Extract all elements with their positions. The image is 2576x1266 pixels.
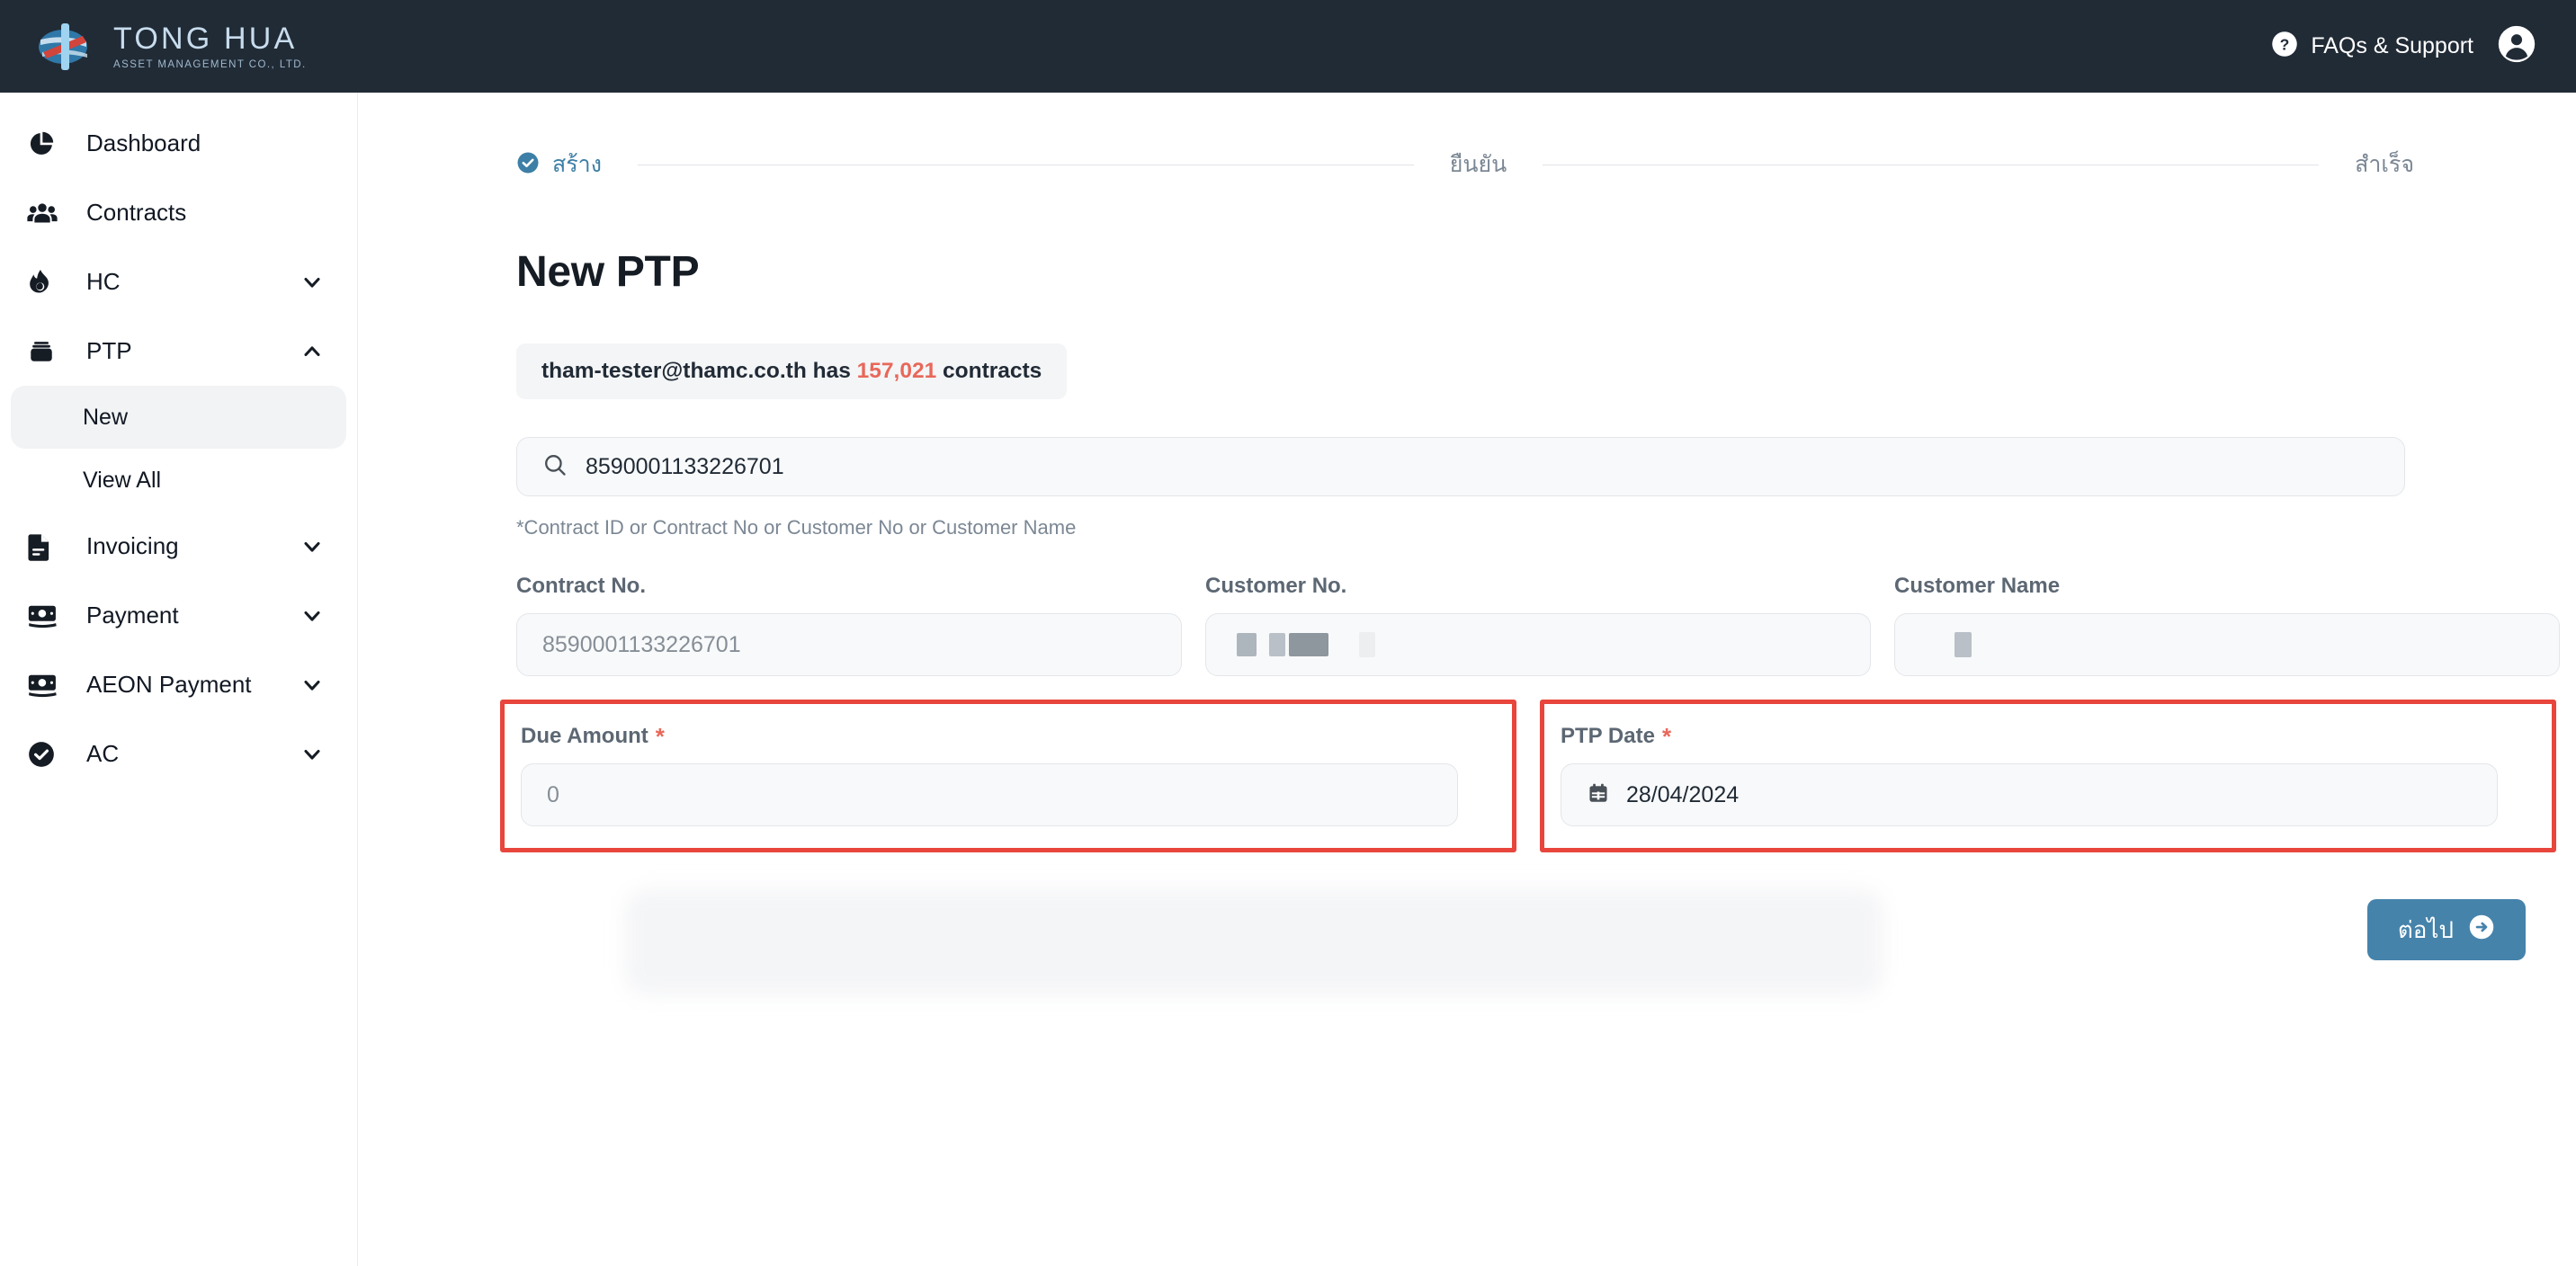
required-asterisk: * <box>656 725 665 748</box>
sidebar-item-label: HC <box>86 268 121 296</box>
step-confirm[interactable]: ยืนยัน <box>1450 147 1507 183</box>
field-label: Contract No. <box>516 574 1182 599</box>
chevron-down-icon[interactable] <box>294 673 330 698</box>
required-asterisk: * <box>1662 725 1671 748</box>
sidebar-item-aeon-payment[interactable]: AEON Payment <box>11 650 346 719</box>
sidebar-navigation: Dashboard Contracts HC <box>0 93 358 1266</box>
search-input[interactable]: 8590001133226701 <box>516 437 2405 496</box>
progress-stepper: สร้าง ยืนยัน สำเร็จ <box>516 147 2414 183</box>
faqs-support-label: FAQs & Support <box>2311 33 2473 59</box>
ptp-date-value: 28/04/2024 <box>1626 782 1739 808</box>
users-group-icon <box>27 199 65 227</box>
next-button[interactable]: ต่อไป <box>2367 899 2526 960</box>
required-fields-row: Due Amount * 0 PTP Date * <box>500 700 2556 852</box>
question-circle-icon: ? <box>2271 31 2298 62</box>
next-button-label: ต่อไป <box>2398 912 2454 949</box>
redacted-value <box>1920 632 1972 657</box>
sidebar-item-invoicing[interactable]: Invoicing <box>11 512 346 581</box>
banner-suffix: contracts <box>943 359 1042 383</box>
svg-text:?: ? <box>2280 35 2290 53</box>
field-label-text: Contract No. <box>516 574 646 599</box>
due-amount-input[interactable]: 0 <box>521 763 1458 826</box>
sidebar-subitem-new[interactable]: New <box>11 386 346 449</box>
sidebar-item-dashboard[interactable]: Dashboard <box>11 109 346 178</box>
field-label: Customer Name <box>1894 574 2560 599</box>
due-amount-value: 0 <box>547 782 559 808</box>
main-content: สร้าง ยืนยัน สำเร็จ New PTP tham-tester@… <box>358 93 2576 1266</box>
contract-no-input[interactable]: 8590001133226701 <box>516 613 1182 676</box>
field-contract-no: Contract No. 8590001133226701 <box>516 574 1182 676</box>
step-success[interactable]: สำเร็จ <box>2355 147 2414 183</box>
sidebar-subitem-view-all[interactable]: View All <box>11 449 346 512</box>
background-panel-edge <box>624 888 1883 996</box>
redacted-value <box>1231 632 1375 657</box>
sidebar-subitem-label: New <box>83 405 128 431</box>
chevron-down-icon[interactable] <box>294 603 330 629</box>
banner-prefix: tham-tester@thamc.co.th has <box>541 359 851 383</box>
faqs-support-button[interactable]: ? FAQs & Support <box>2271 31 2473 62</box>
banknote-icon <box>27 672 65 699</box>
field-customer-name: Customer Name <box>1894 574 2560 676</box>
sidebar-item-hc[interactable]: HC <box>11 247 346 316</box>
field-label: PTP Date * <box>1561 724 2536 749</box>
sidebar-item-ptp[interactable]: PTP <box>11 316 346 386</box>
field-label-text: PTP Date <box>1561 724 1655 749</box>
check-circle-icon <box>27 740 65 769</box>
due-amount-highlight-box: Due Amount * 0 <box>500 700 1516 852</box>
brand-logo[interactable]: TONG HUA ASSET MANAGEMENT CO., LTD. <box>36 22 307 72</box>
customer-name-input[interactable] <box>1894 613 2560 676</box>
check-circle-icon <box>516 151 540 179</box>
tong-hua-logo-icon <box>36 22 97 72</box>
flame-icon <box>27 268 65 297</box>
banknote-icon <box>27 602 65 629</box>
sidebar-item-label: Invoicing <box>86 532 179 560</box>
ptp-date-input[interactable]: 28/04/2024 <box>1561 763 2498 826</box>
sidebar-item-payment[interactable]: Payment <box>11 581 346 650</box>
document-icon <box>27 532 65 561</box>
chevron-down-icon[interactable] <box>294 270 330 295</box>
brand-title: TONG HUA <box>113 22 307 55</box>
pie-chart-icon <box>27 129 65 158</box>
step-label: สร้าง <box>552 147 602 183</box>
field-label-text: Customer No. <box>1205 574 1346 599</box>
sidebar-subitem-label: View All <box>83 468 161 494</box>
field-label: Customer No. <box>1205 574 1871 599</box>
sidebar-item-label: PTP <box>86 337 132 365</box>
contract-no-value: 8590001133226701 <box>542 632 741 658</box>
arrow-right-circle-icon <box>2468 914 2495 947</box>
field-label-text: Due Amount <box>521 724 648 749</box>
field-customer-no: Customer No. <box>1205 574 1871 676</box>
sidebar-item-label: AEON Payment <box>86 671 252 699</box>
step-create[interactable]: สร้าง <box>516 147 602 183</box>
search-helper-text: *Contract ID or Contract No or Customer … <box>516 516 2477 539</box>
customer-no-input[interactable] <box>1205 613 1871 676</box>
chevron-down-icon[interactable] <box>294 742 330 767</box>
page-title: New PTP <box>516 247 2477 297</box>
field-label: Due Amount * <box>521 724 1496 749</box>
user-circle-icon <box>2497 24 2536 68</box>
search-input-value: 8590001133226701 <box>586 454 784 480</box>
banner-count: 157,021 <box>857 359 937 383</box>
sidebar-item-label: AC <box>86 740 119 768</box>
sidebar-item-label: Payment <box>86 602 179 629</box>
contract-detail-fields: Contract No. 8590001133226701 Customer N… <box>516 574 2536 676</box>
account-menu-button[interactable] <box>2497 24 2536 68</box>
calendar-icon[interactable] <box>1587 781 1610 809</box>
sidebar-item-ac[interactable]: AC <box>11 719 346 789</box>
sidebar-item-label: Contracts <box>86 199 186 227</box>
step-label: ยืนยัน <box>1450 147 1507 183</box>
chevron-up-icon[interactable] <box>294 339 330 364</box>
sidebar-item-contracts[interactable]: Contracts <box>11 178 346 247</box>
step-label: สำเร็จ <box>2355 147 2414 183</box>
chevron-down-icon[interactable] <box>294 534 330 559</box>
contracts-count-banner: tham-tester@thamc.co.th has 157,021 cont… <box>516 343 1067 399</box>
briefcase-icon <box>27 337 65 366</box>
brand-subtitle: ASSET MANAGEMENT CO., LTD. <box>113 59 307 70</box>
field-label-text: Customer Name <box>1894 574 2060 599</box>
ptp-date-highlight-box: PTP Date * <box>1540 700 2556 852</box>
search-icon <box>542 452 568 482</box>
top-header: TONG HUA ASSET MANAGEMENT CO., LTD. ? FA… <box>0 0 2576 93</box>
sidebar-item-label: Dashboard <box>86 129 201 157</box>
